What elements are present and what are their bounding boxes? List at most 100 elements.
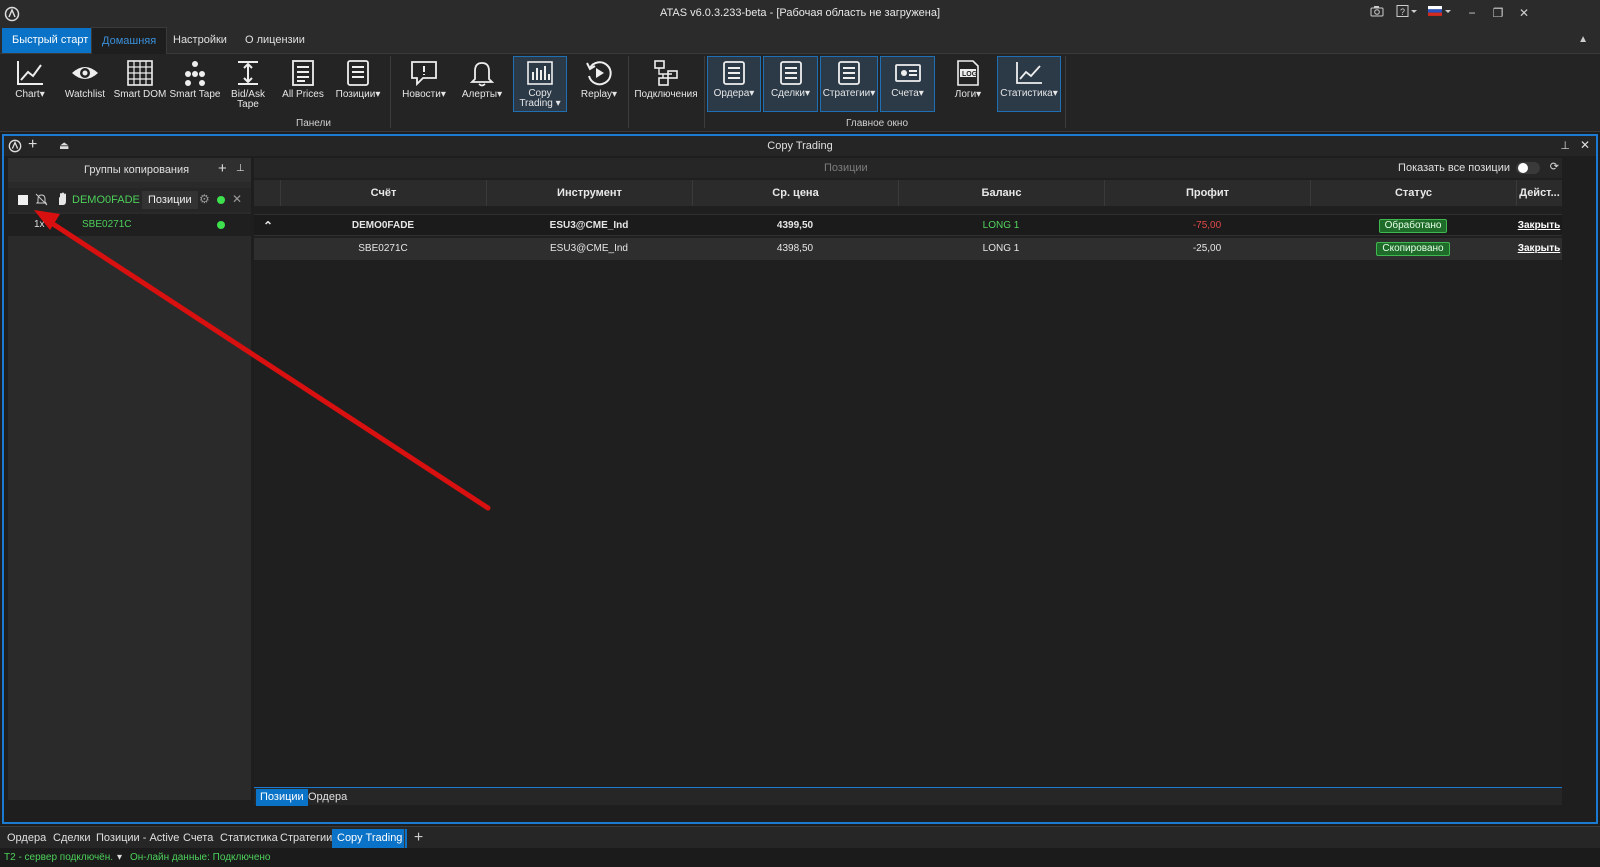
eye-icon <box>72 67 98 79</box>
follower-account-row[interactable]: 1x SBE0271C <box>8 214 251 236</box>
bell-icon <box>469 62 495 87</box>
replay-icon <box>586 61 612 86</box>
positions-button[interactable]: Позиции▾ <box>331 56 385 112</box>
positions-bottom-tabs: Позиции Ордера <box>254 787 1562 806</box>
workspace-tab-strategies[interactable]: Стратегии <box>277 829 335 848</box>
column-action[interactable]: Дейст... <box>1516 180 1562 206</box>
orders-button[interactable]: Ордера▾ <box>707 56 761 112</box>
column-avg-price[interactable]: Ср. цена <box>692 180 898 206</box>
close-position-link[interactable]: Закрыть <box>1518 220 1561 231</box>
copy-trading-icon <box>527 61 553 85</box>
smart-tape-button[interactable]: Smart Tape <box>168 56 222 112</box>
bid-ask-tape-button[interactable]: Bid/Ask Tape <box>221 56 275 112</box>
accounts-label: Счета <box>891 88 919 99</box>
all-prices-button[interactable]: All Prices <box>276 56 330 112</box>
tab-quick-start[interactable]: Быстрый старт <box>2 28 99 53</box>
logs-button[interactable]: LOG Логи▾ <box>942 56 994 112</box>
column-instrument[interactable]: Инструмент <box>486 180 692 206</box>
show-all-positions-label: Показать все позиции <box>1398 162 1510 174</box>
pin-icon[interactable]: ⊥ <box>1560 139 1570 152</box>
window-title: ATAS v6.0.3.233-beta - [Рабочая область … <box>659 7 941 19</box>
group-checkbox[interactable] <box>18 195 28 205</box>
pin-icon[interactable]: ⊥ <box>236 163 245 174</box>
ribbon-tabs: Быстрый старт Домашняя Настройки О лицен… <box>0 27 1600 54</box>
strategies-button[interactable]: Стратегии▾ <box>820 56 878 112</box>
group-positions-button[interactable]: Позиции <box>142 191 198 209</box>
title-bar: ATAS v6.0.3.233-beta - [Рабочая область … <box>0 0 1600 27</box>
restore-icon[interactable]: ❐ <box>1488 4 1508 22</box>
tab-about-license[interactable]: О лицензии <box>235 27 315 54</box>
server-status: T2 - сервер подключён. <box>4 852 114 863</box>
language-flag-icon[interactable] <box>1426 4 1454 22</box>
group-master-account: DEMO0FADE <box>72 194 140 206</box>
close-position-link[interactable]: Закрыть <box>1518 243 1561 254</box>
show-all-positions-toggle[interactable] <box>1516 162 1540 174</box>
workspace-tab-trades[interactable]: Сделки <box>50 829 94 848</box>
chart-button[interactable]: Chart▾ <box>3 56 57 112</box>
column-balance[interactable]: Баланс <box>898 180 1104 206</box>
expand-chevron-icon[interactable]: ⌃ <box>258 215 278 237</box>
row-balance: LONG 1 <box>982 220 1020 231</box>
row-avg-price: 4398,50 <box>776 243 814 254</box>
tab-positions[interactable]: Позиции <box>256 789 308 806</box>
copy-trading-button[interactable]: Copy Trading ▾ <box>513 56 567 112</box>
mute-bell-icon[interactable] <box>35 193 48 206</box>
screenshot-icon[interactable] <box>1367 4 1387 22</box>
column-status[interactable]: Статус <box>1310 180 1516 206</box>
trades-button[interactable]: Сделки▾ <box>763 56 818 112</box>
tab-home[interactable]: Домашняя <box>91 27 168 54</box>
orders-label: Ордера <box>713 88 750 99</box>
settings-gear-icon[interactable]: ⚙ <box>199 192 210 206</box>
remove-group-icon[interactable]: ✕ <box>232 192 242 206</box>
column-profit[interactable]: Профит <box>1104 180 1310 206</box>
row-account: DEMO0FADE <box>351 220 415 231</box>
log-icon: LOG <box>957 60 979 86</box>
refresh-icon[interactable]: ⟳ <box>1550 160 1559 173</box>
tab-settings[interactable]: Настройки <box>163 27 237 54</box>
workspace-tab-statistics[interactable]: Статистика <box>217 829 281 848</box>
copy-group-row[interactable]: DEMO0FADE Позиции ⚙ ✕ <box>8 188 251 212</box>
tab-orders[interactable]: Ордера <box>304 789 351 806</box>
row-avg-price: 4399,50 <box>776 220 814 231</box>
workspace-tab-orders[interactable]: Ордера <box>4 829 49 848</box>
workspace-tab-copy-trading[interactable]: Copy Trading <box>332 829 408 848</box>
replay-button[interactable]: Replay▾ <box>570 56 628 112</box>
panel-header: + ⏏ Copy Trading ⊥ ✕ <box>4 136 1596 156</box>
svg-text:?: ? <box>1400 7 1405 17</box>
close-panel-icon[interactable]: ✕ <box>1580 138 1590 152</box>
watchlist-label: Watchlist <box>64 89 106 100</box>
hand-icon[interactable] <box>56 192 69 206</box>
table-row[interactable]: ⌃ DEMO0FADE ESU3@CME_Ind 4399,50 LONG 1 … <box>254 214 1562 236</box>
smart-dom-label: Smart DOM <box>113 89 167 100</box>
connections-label: Подключения <box>634 89 698 100</box>
minimize-icon[interactable]: − <box>1462 4 1482 22</box>
column-account[interactable]: Счёт <box>280 180 486 206</box>
speech-bubble-icon <box>411 61 437 87</box>
news-button[interactable]: Новости▾ <box>395 56 453 112</box>
statistics-label: Статистика <box>1000 88 1053 99</box>
workspace-tab-accounts[interactable]: Счета <box>180 829 216 848</box>
copy-groups-panel: Группы копирования + ⊥ DEMO0FADE Позиции… <box>8 158 251 800</box>
copy-trading-window: + ⏏ Copy Trading ⊥ ✕ Группы копирования … <box>2 134 1598 824</box>
watchlist-button[interactable]: Watchlist <box>58 56 112 112</box>
bid-ask-icon <box>238 61 258 85</box>
online-data-status: Он-лайн данные: Подключено <box>130 852 271 863</box>
accounts-icon <box>894 64 921 82</box>
alerts-button[interactable]: Алерты▾ <box>456 56 508 112</box>
statistics-button[interactable]: Статистика▾ <box>997 56 1061 112</box>
smart-dom-button[interactable]: Smart DOM <box>113 56 167 112</box>
positions-panel: Позиции Показать все позиции ⟳ Счёт Инст… <box>254 158 1562 785</box>
close-icon[interactable]: ✕ <box>1514 4 1534 22</box>
table-row[interactable]: SBE0271C ESU3@CME_Ind 4398,50 LONG 1 -25… <box>254 238 1562 260</box>
ribbon-collapse-icon[interactable]: ▲ <box>1578 34 1588 45</box>
help-icon[interactable]: ? <box>1394 4 1420 22</box>
connections-button[interactable]: Подключения <box>632 56 700 112</box>
workspace-tab-positions-active[interactable]: Позиции - Active <box>93 829 182 848</box>
add-workspace-tab-icon[interactable]: + <box>404 829 432 848</box>
add-group-icon[interactable]: + <box>218 160 227 177</box>
accounts-button[interactable]: Счета▾ <box>880 56 935 112</box>
server-dropdown-icon[interactable]: ▾ <box>117 848 122 867</box>
multiplier-label[interactable]: 1x <box>34 219 45 230</box>
row-profit: -25,00 <box>1192 243 1222 254</box>
replay-label: Replay <box>580 89 613 100</box>
